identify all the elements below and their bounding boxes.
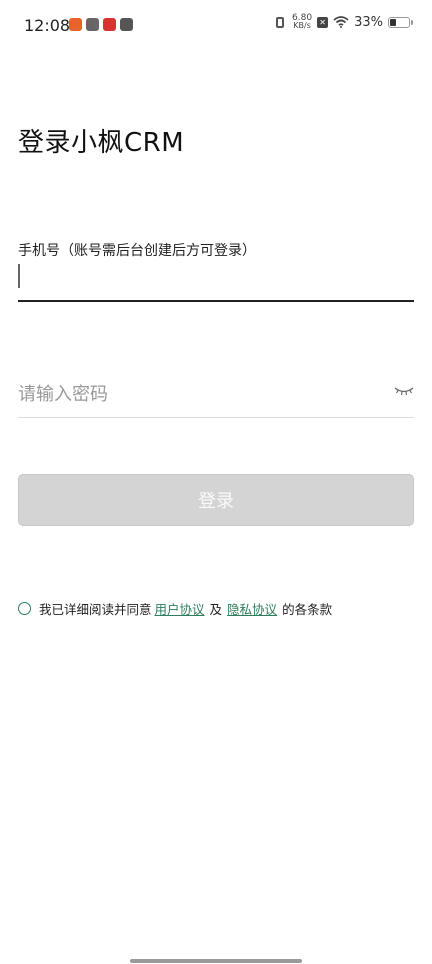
phone-label: 手机号（账号需后台创建后方可登录） <box>18 243 256 259</box>
agreement-row: 我已详细阅读并同意 用户协议 及 隐私协议 的各条款 <box>18 599 334 618</box>
login-button[interactable]: 登录 <box>18 474 414 526</box>
agreement-suffix: 的各条款 <box>282 602 333 617</box>
agreement-radio[interactable] <box>18 602 31 615</box>
agreement-prefix: 我已详细阅读并同意 <box>39 602 152 617</box>
password-input[interactable] <box>18 376 388 412</box>
status-time: 12:08 <box>24 16 71 35</box>
text-cursor <box>18 264 20 288</box>
user-agreement-link[interactable]: 用户协议 <box>155 599 205 618</box>
page-title: 登录小枫CRM <box>18 128 185 158</box>
phone-underline <box>18 300 414 302</box>
password-underline <box>18 417 414 418</box>
home-indicator[interactable] <box>130 959 302 963</box>
privacy-agreement-link[interactable]: 隐私协议 <box>227 599 277 618</box>
battery-percent: 33% <box>354 14 383 30</box>
app-notification-icon <box>120 18 133 31</box>
status-indicators: 6.80 KB/s ✕ 33% <box>273 14 413 30</box>
wifi-icon <box>333 16 349 28</box>
battery-fill <box>390 18 396 26</box>
network-speed-unit: KB/s <box>293 21 311 30</box>
battery-icon <box>388 16 413 28</box>
phone-input[interactable] <box>18 260 414 300</box>
network-speed: 6.80 KB/s <box>292 14 312 30</box>
notification-icons <box>69 18 133 31</box>
app-notification-icon <box>103 18 116 31</box>
eye-closed-icon[interactable] <box>394 384 414 398</box>
agreement-and: 及 <box>209 602 223 617</box>
status-bar: 12:08 6.80 KB/s ✕ 33% <box>0 0 432 50</box>
app-notification-icon <box>69 18 82 31</box>
app-notification-icon <box>86 18 99 31</box>
vibrate-icon <box>273 14 287 30</box>
no-sim-icon: ✕ <box>317 16 329 28</box>
